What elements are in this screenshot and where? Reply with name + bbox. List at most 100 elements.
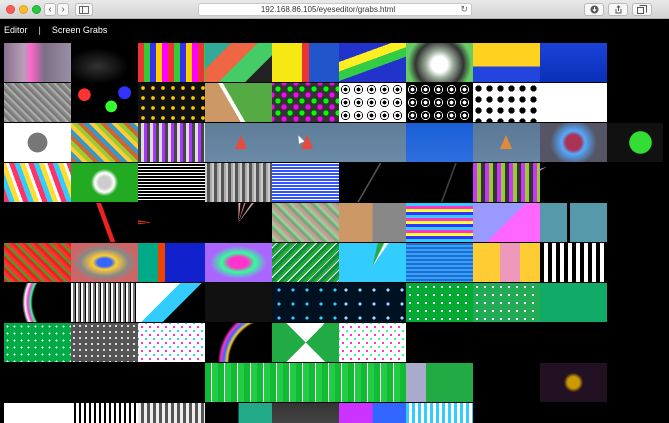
screen-grab-thumbnail[interactable] — [71, 283, 138, 322]
screen-grab-thumbnail[interactable] — [138, 43, 205, 82]
screen-grab-thumbnail[interactable] — [138, 243, 205, 282]
screen-grab-thumbnail[interactable] — [138, 163, 205, 202]
address-bar[interactable]: 192.168.86.105/eyeseditor/grabs.html ↻ — [198, 3, 472, 16]
screen-grab-thumbnail[interactable] — [205, 123, 406, 162]
screen-grab-thumbnail[interactable] — [272, 163, 339, 202]
screen-grab-thumbnail[interactable] — [540, 163, 607, 202]
screen-grab-thumbnail[interactable] — [473, 123, 540, 162]
screen-grab-thumbnail[interactable] — [4, 323, 71, 362]
screen-grab-thumbnail[interactable] — [473, 83, 540, 122]
screen-grab-thumbnail[interactable] — [339, 43, 406, 82]
screen-grab-thumbnail[interactable] — [339, 163, 406, 202]
nav-link-screen-grabs[interactable]: Screen Grabs — [52, 23, 108, 37]
screen-grab-thumbnail[interactable] — [71, 243, 138, 282]
screen-grab-thumbnail[interactable] — [205, 403, 272, 423]
screen-grab-thumbnail[interactable] — [406, 243, 473, 282]
screen-grab-thumbnail[interactable] — [205, 83, 272, 122]
show-tabs-button[interactable] — [632, 3, 652, 16]
screen-grab-thumbnail[interactable] — [138, 203, 205, 242]
screen-grab-thumbnail[interactable] — [4, 363, 71, 402]
screen-grab-thumbnail[interactable] — [272, 203, 339, 242]
screen-grab-thumbnail[interactable] — [272, 323, 339, 362]
screen-grab-thumbnail[interactable] — [339, 83, 406, 122]
screen-grab-thumbnail[interactable] — [540, 283, 607, 322]
screen-grab-thumbnail[interactable] — [71, 123, 138, 162]
nav-separator: | — [38, 25, 41, 35]
screen-grab-thumbnail[interactable] — [272, 43, 339, 82]
forward-button[interactable]: › — [57, 3, 69, 16]
screen-grab-thumbnail[interactable] — [4, 403, 71, 423]
screen-grab-thumbnail[interactable] — [272, 243, 339, 282]
screen-grab-thumbnail[interactable] — [406, 283, 473, 322]
share-button[interactable] — [608, 3, 628, 16]
screen-grab-thumbnail[interactable] — [71, 83, 138, 122]
screen-grab-thumbnail[interactable] — [339, 403, 406, 423]
screen-grab-thumbnail[interactable] — [272, 283, 339, 322]
screen-grab-thumbnail[interactable] — [4, 163, 71, 202]
screen-grab-thumbnail[interactable] — [406, 363, 473, 402]
screen-grab-thumbnail[interactable] — [4, 283, 71, 322]
screen-grab-thumbnail[interactable] — [473, 243, 540, 282]
screen-grab-thumbnail[interactable] — [71, 403, 138, 423]
screen-grab-thumbnail[interactable] — [205, 43, 272, 82]
screen-grab-thumbnail[interactable] — [473, 163, 540, 202]
screen-grab-thumbnail[interactable] — [71, 43, 138, 82]
back-button[interactable]: ‹ — [44, 3, 56, 16]
screen-grab-thumbnail[interactable] — [406, 203, 473, 242]
screen-grab-thumbnail[interactable] — [205, 203, 272, 242]
screen-grab-thumbnail[interactable] — [540, 243, 607, 282]
screen-grab-thumbnail[interactable] — [4, 43, 71, 82]
screen-grab-thumbnail[interactable] — [138, 363, 205, 402]
reload-icon[interactable]: ↻ — [460, 4, 468, 15]
screen-grab-thumbnail[interactable] — [339, 203, 406, 242]
screen-grab-thumbnail[interactable] — [473, 323, 540, 362]
screen-grab-thumbnail[interactable] — [4, 243, 71, 282]
screen-grab-thumbnail[interactable] — [138, 123, 205, 162]
screen-grab-thumbnail[interactable] — [406, 323, 473, 362]
screen-grab-thumbnail[interactable] — [339, 283, 406, 322]
screen-grab-thumbnail[interactable] — [205, 243, 272, 282]
screen-grab-thumbnail[interactable] — [71, 363, 138, 402]
maximize-window-button[interactable] — [32, 5, 41, 14]
screen-grab-thumbnail[interactable] — [540, 83, 607, 122]
screen-grab-thumbnail[interactable] — [473, 43, 540, 82]
close-window-button[interactable] — [6, 5, 15, 14]
screen-grab-thumbnail[interactable] — [607, 123, 669, 162]
screen-grab-thumbnail[interactable] — [4, 203, 71, 242]
screen-grab-thumbnail[interactable] — [406, 123, 473, 162]
screen-grab-thumbnail[interactable] — [540, 363, 607, 402]
screen-grab-thumbnail[interactable] — [71, 203, 138, 242]
screen-grab-thumbnail[interactable] — [71, 163, 138, 202]
screen-grab-thumbnail[interactable] — [4, 83, 71, 122]
screen-grab-thumbnail[interactable] — [205, 283, 272, 322]
screen-grab-thumbnail[interactable] — [138, 403, 205, 423]
screen-grab-thumbnail[interactable] — [71, 323, 138, 362]
screen-grab-thumbnail[interactable] — [272, 83, 339, 122]
minimize-window-button[interactable] — [19, 5, 28, 14]
screen-grab-thumbnail[interactable] — [339, 323, 406, 362]
screen-grab-thumbnail[interactable] — [406, 403, 473, 423]
screen-grab-thumbnail[interactable] — [540, 43, 607, 82]
screen-grab-thumbnail[interactable] — [473, 283, 540, 322]
screen-grab-thumbnail[interactable] — [138, 323, 205, 362]
sidebar-button[interactable] — [75, 3, 93, 16]
screen-grab-thumbnail[interactable] — [205, 323, 272, 362]
screen-grab-thumbnail[interactable] — [138, 83, 205, 122]
page-scrollbar[interactable] — [663, 19, 669, 423]
screen-grab-thumbnail[interactable] — [138, 283, 205, 322]
screen-grab-thumbnail[interactable] — [272, 403, 339, 423]
screen-grab-thumbnail[interactable] — [4, 123, 71, 162]
screen-grab-thumbnail[interactable] — [205, 363, 406, 402]
screen-grab-thumbnail[interactable] — [473, 203, 540, 242]
screen-grab-thumbnail[interactable] — [540, 323, 607, 362]
downloads-button[interactable] — [584, 3, 604, 16]
nav-link-editor[interactable]: Editor — [4, 23, 28, 37]
screen-grab-thumbnail[interactable] — [540, 123, 607, 162]
screen-grab-thumbnail[interactable] — [473, 363, 540, 402]
screen-grab-thumbnail[interactable] — [406, 43, 473, 82]
screen-grab-thumbnail[interactable] — [339, 243, 406, 282]
screen-grab-thumbnail[interactable] — [406, 83, 473, 122]
screen-grab-thumbnail[interactable] — [205, 163, 272, 202]
screen-grab-thumbnail[interactable] — [540, 203, 607, 242]
screen-grab-thumbnail[interactable] — [406, 163, 473, 202]
